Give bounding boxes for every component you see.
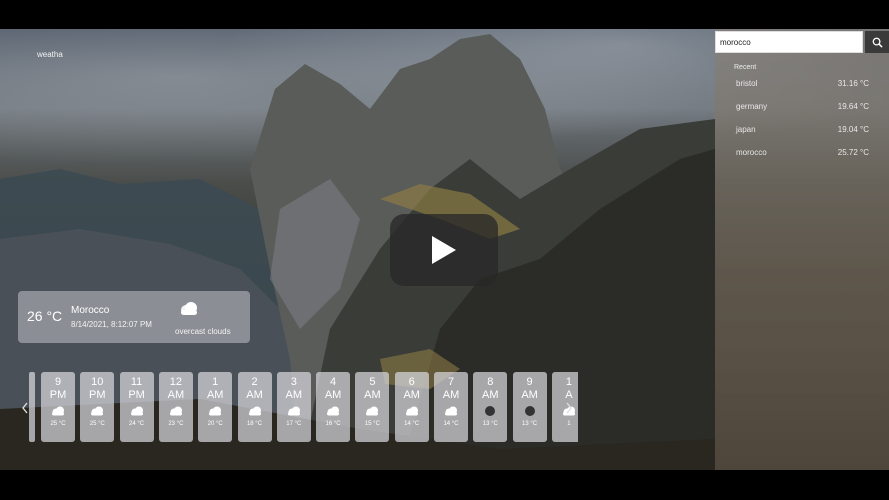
hourly-hour: 9 <box>54 376 62 388</box>
current-weather-card: 26 °C Morocco 8/14/2021, 8:12:07 PM over… <box>18 291 250 343</box>
play-icon <box>432 236 456 264</box>
hourly-temp: 15 °C <box>364 421 380 427</box>
recent-temp: 19.04 °C <box>837 125 869 134</box>
hourly-ampm: AM <box>167 389 185 401</box>
hourly-hour: 1 <box>212 376 219 388</box>
hourly-temp: 25 °C <box>50 421 66 427</box>
cloud-icon <box>277 404 311 418</box>
hourly-ampm: PM <box>49 389 67 401</box>
cloud-icon <box>355 404 389 418</box>
hourly-hour: 9 <box>526 376 533 388</box>
hourly-card[interactable]: 1 AM 20 °C <box>198 372 233 442</box>
hourly-hour: 6 <box>408 376 415 388</box>
hourly-card[interactable]: 12 AM 23 °C <box>158 372 193 442</box>
cloud-icon <box>41 404 75 418</box>
sidebar: Recent bristol 31.16 °C germany 19.64 °C… <box>715 29 889 470</box>
hourly-ampm: AM <box>364 389 381 401</box>
hourly-card[interactable]: 8 AM 13 °C <box>473 372 508 442</box>
hourly-hour: 3 <box>290 376 297 388</box>
hourly-temp: 23 °C <box>168 421 184 427</box>
hourly-ampm: PM <box>128 389 145 401</box>
chevron-right-icon <box>566 402 572 414</box>
hourly-hour: 2 <box>251 376 258 388</box>
hourly-card[interactable]: 3 AM 17 °C <box>276 372 311 442</box>
recent-temp: 19.64 °C <box>837 102 869 111</box>
recent-item-bristol[interactable]: bristol 31.16 °C <box>715 76 889 99</box>
hourly-ampm: AM <box>206 389 224 401</box>
hourly-hour: 10 <box>91 376 104 388</box>
hourly-temp: 18 °C <box>246 421 263 427</box>
overcast-clouds-icon <box>181 302 197 315</box>
hourly-temp: 20 °C <box>207 421 223 427</box>
hourly-temp: 14 °C <box>404 421 420 427</box>
hourly-temp: 25 °C <box>89 421 105 427</box>
hourly-card[interactable]: 6 AM 14 °C <box>394 372 429 442</box>
hourly-hour: 4 <box>330 376 337 388</box>
hourly-card-partial <box>29 372 35 442</box>
chevron-left-icon <box>22 402 28 414</box>
cloud-icon <box>159 404 193 418</box>
video-frame: weatha Recent bristol 31.16 °C germany <box>0 29 889 470</box>
hourly-card[interactable]: 9 AM 13 °C <box>512 372 547 442</box>
cloud-icon <box>198 404 232 418</box>
current-temp: 26 °C <box>27 308 63 324</box>
recent-city: germany <box>736 102 768 111</box>
cloud-icon <box>238 404 272 418</box>
hourly-card[interactable]: 2 AM 18 °C <box>237 372 272 442</box>
recent-item-japan[interactable]: japan 19.04 °C <box>715 122 889 145</box>
hourly-ampm: AM <box>246 389 263 401</box>
recent-city: japan <box>736 125 756 134</box>
hourly-hour: 12 <box>169 376 183 388</box>
current-location: Morocco <box>71 305 110 316</box>
recent-city: bristol <box>736 79 758 88</box>
cloud-icon <box>395 404 429 418</box>
hourly-temp: 14 °C <box>443 421 459 427</box>
recent-temp: 25.72 °C <box>837 148 869 157</box>
hourly-hour: 7 <box>447 376 455 388</box>
hourly-ampm: AM <box>442 389 460 401</box>
hourly-hour: 11 <box>130 376 143 388</box>
hourly-ampm: PM <box>89 389 106 401</box>
hourly-temp: 13 °C <box>522 421 538 427</box>
hourly-ampm: AM <box>285 389 303 401</box>
current-description: overcast clouds <box>175 327 231 336</box>
hourly-card[interactable]: 4 AM 16 °C <box>316 372 351 442</box>
hourly-ampm: AM <box>482 389 499 401</box>
cloud-icon <box>80 404 114 418</box>
scroll-right-button[interactable] <box>562 372 576 444</box>
recent-item-germany[interactable]: germany 19.64 °C <box>715 99 889 122</box>
hourly-forecast: 9 PM 25 °C 10 PM 25 °C 11 PM 24 °C 12 AM 23 °C 1 AM 20… <box>18 372 578 444</box>
recent-item-morocco[interactable]: morocco 25.72 °C <box>715 145 889 168</box>
hourly-ampm: AM <box>521 389 538 401</box>
hourly-card[interactable]: 9 PM 25 °C <box>41 372 75 442</box>
hourly-ampm: AM <box>324 389 342 401</box>
play-button[interactable] <box>390 214 498 286</box>
hourly-temp: 16 °C <box>325 421 341 427</box>
search-button[interactable] <box>865 31 889 53</box>
hourly-card[interactable]: 11 PM 24 °C <box>119 372 154 442</box>
rain-icon <box>513 404 547 418</box>
current-datetime: 8/14/2021, 8:12:07 PM <box>71 320 152 329</box>
cloud-icon <box>316 404 350 418</box>
hourly-temp: 13 °C <box>482 421 498 427</box>
search-row <box>715 31 889 55</box>
hourly-hour: 8 <box>487 376 494 388</box>
app-brand[interactable]: weatha <box>37 50 63 59</box>
recent-temp: 31.16 °C <box>837 79 869 88</box>
search-input[interactable] <box>715 31 863 53</box>
search-icon <box>872 37 883 48</box>
hourly-card[interactable]: 7 AM 14 °C <box>434 372 468 442</box>
recent-title: Recent <box>734 64 757 71</box>
hourly-card[interactable]: 5 AM 15 °C <box>355 372 390 442</box>
cloud-icon <box>120 404 154 418</box>
recent-city: morocco <box>736 148 767 157</box>
hourly-card[interactable]: 10 PM 25 °C <box>80 372 115 442</box>
rain-icon <box>473 404 507 418</box>
cloud-icon <box>434 404 468 418</box>
recent-list: bristol 31.16 °C germany 19.64 °C japan … <box>715 76 889 168</box>
hourly-ampm: AM <box>403 389 420 401</box>
hourly-hour: 5 <box>369 376 376 388</box>
hourly-temp: 17 °C <box>286 421 302 427</box>
hourly-temp: 24 °C <box>129 421 145 427</box>
